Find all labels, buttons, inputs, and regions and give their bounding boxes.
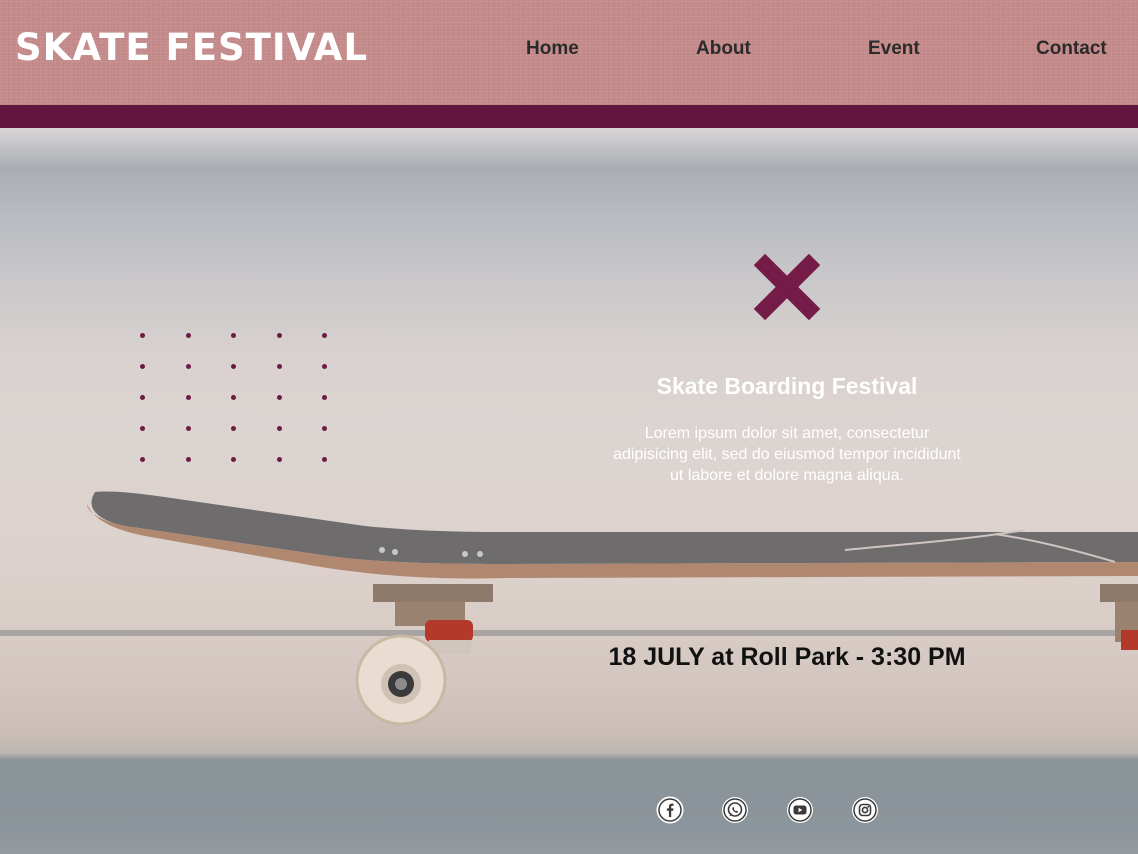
event-date-time: 18 JULY at Roll Park - 3:30 PM bbox=[608, 643, 966, 671]
decorative-dot bbox=[185, 426, 191, 431]
page: SKATE FESTIVAL Home About Event Contact … bbox=[0, 0, 1138, 854]
decorative-dot bbox=[322, 364, 327, 369]
whatsapp-icon[interactable] bbox=[721, 796, 749, 824]
decorative-dot bbox=[276, 395, 282, 400]
decorative-dot bbox=[185, 364, 191, 369]
nav-link-event[interactable]: Event bbox=[868, 38, 920, 60]
site-header: SKATE FESTIVAL Home About Event Contact bbox=[0, 0, 1138, 105]
decorative-dot bbox=[140, 364, 145, 369]
decorative-dot bbox=[140, 333, 145, 338]
decorative-dot bbox=[185, 395, 191, 400]
decorative-dot bbox=[322, 333, 327, 338]
decorative-dot bbox=[322, 457, 327, 462]
nav-link-contact[interactable]: Contact bbox=[1036, 38, 1107, 60]
decorative-dot bbox=[140, 426, 145, 431]
hero-section: Skate Boarding Festival Lorem ipsum dolo… bbox=[0, 128, 1138, 854]
decorative-dot bbox=[140, 395, 145, 400]
dot-grid-decoration bbox=[140, 333, 340, 473]
hero-title: Skate Boarding Festival bbox=[656, 373, 918, 399]
social-links bbox=[656, 796, 886, 826]
instagram-icon[interactable] bbox=[851, 796, 879, 824]
decorative-dot bbox=[231, 426, 236, 431]
decorative-dot bbox=[276, 457, 282, 462]
facebook-icon[interactable] bbox=[656, 796, 684, 824]
nav-link-about[interactable]: About bbox=[696, 38, 751, 60]
decorative-dot bbox=[322, 426, 327, 431]
decorative-dot bbox=[276, 333, 282, 338]
skateboard-image bbox=[87, 491, 1138, 726]
decorative-dot bbox=[231, 364, 236, 369]
decorative-dot bbox=[276, 364, 282, 369]
hero-description: Lorem ipsum dolor sit amet, consectetur … bbox=[613, 425, 961, 484]
decorative-dot bbox=[322, 395, 327, 400]
decorative-dot bbox=[185, 457, 191, 462]
nav-link-home[interactable]: Home bbox=[526, 38, 579, 60]
x-icon bbox=[754, 254, 820, 320]
decorative-dot bbox=[185, 333, 191, 338]
youtube-icon[interactable] bbox=[786, 796, 814, 824]
decorative-dot bbox=[276, 426, 282, 431]
header-accent-band bbox=[0, 105, 1138, 128]
decorative-dot bbox=[231, 457, 236, 462]
decorative-dot bbox=[140, 457, 145, 462]
decorative-dot bbox=[231, 333, 236, 338]
site-logo-text[interactable]: SKATE FESTIVAL bbox=[15, 26, 368, 69]
decorative-dot bbox=[231, 395, 236, 400]
